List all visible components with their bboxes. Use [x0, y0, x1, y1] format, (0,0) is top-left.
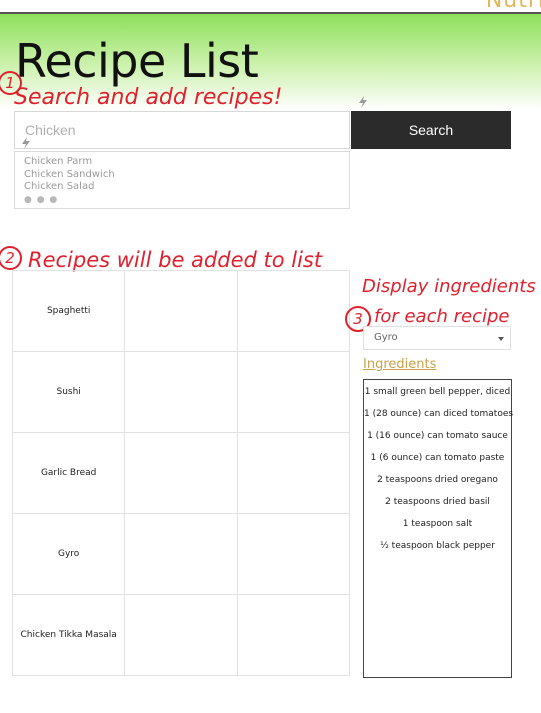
ingredient-item: 2 teaspoons dried oregano [377, 475, 498, 485]
empty-cell [236, 270, 351, 352]
empty-cell [236, 432, 351, 514]
empty-cell [236, 351, 351, 433]
empty-cell [124, 270, 238, 352]
recipe-select-value: Gyro [374, 332, 398, 343]
empty-cell [236, 513, 351, 595]
suggestion-item[interactable]: Chicken Parm [24, 156, 340, 169]
empty-cell [124, 351, 238, 433]
top-bar: Nutri [0, 0, 541, 14]
more-suggestions-indicator[interactable]: ● ● ● [24, 194, 340, 207]
empty-cell [124, 432, 238, 514]
ingredients-heading: Ingredients [363, 357, 437, 372]
chevron-down-icon [498, 337, 504, 341]
brand-logo[interactable]: Nutri [486, 0, 541, 13]
suggestion-item[interactable]: Chicken Salad [24, 181, 340, 194]
annotation-step-1: Search and add recipes! [14, 85, 283, 110]
lightning-icon [22, 137, 30, 149]
empty-cell [124, 513, 238, 595]
annotation-step-3-line-1: Display ingredients [362, 276, 536, 297]
ingredient-item: 2 teaspoons dried basil [385, 497, 490, 507]
annotation-step-3-line-2: for each recipe [374, 306, 510, 327]
recipe-cell[interactable]: Sushi [11, 351, 126, 433]
empty-cell [236, 594, 351, 676]
ingredient-item: 1 (16 ounce) can tomato sauce [367, 431, 508, 441]
recipe-cell[interactable]: Gyro [11, 513, 126, 595]
suggestion-item[interactable]: Chicken Sandwich [24, 169, 340, 182]
table-row: Spaghetti [11, 270, 351, 352]
ingredient-item: 1 small green bell pepper, diced [364, 387, 511, 397]
recipe-table: Spaghetti Sushi Garlic Bread Gyro Chicke… [11, 270, 351, 676]
recipe-cell[interactable]: Spaghetti [11, 270, 126, 352]
empty-cell [124, 594, 238, 676]
table-row: Sushi [11, 351, 351, 433]
ingredient-item: ½ teaspoon black pepper [380, 541, 495, 551]
table-row: Gyro [11, 513, 351, 595]
search-button[interactable]: Search [351, 111, 511, 149]
recipe-cell[interactable]: Garlic Bread [11, 432, 126, 514]
page-title: Recipe List [15, 34, 259, 88]
search-suggestions: Chicken Parm Chicken Sandwich Chicken Sa… [14, 151, 350, 209]
table-row: Chicken Tikka Masala [11, 594, 351, 676]
ingredient-item: 1 (6 ounce) can tomato paste [370, 453, 505, 463]
ingredients-list: 1 small green bell pepper, diced 1 (28 o… [363, 379, 514, 678]
ingredient-item: 1 (28 ounce) can diced tomatoes [364, 409, 514, 419]
ingredient-item: 1 teaspoon salt [402, 519, 473, 529]
annotation-step-2: Recipes will be added to list [28, 248, 323, 272]
recipe-select[interactable]: Gyro [363, 326, 511, 350]
lightning-icon [359, 96, 367, 108]
step-2-marker: 2 [0, 246, 22, 270]
table-row: Garlic Bread [11, 432, 351, 514]
recipe-cell[interactable]: Chicken Tikka Masala [11, 594, 126, 676]
search-input[interactable] [14, 111, 350, 149]
